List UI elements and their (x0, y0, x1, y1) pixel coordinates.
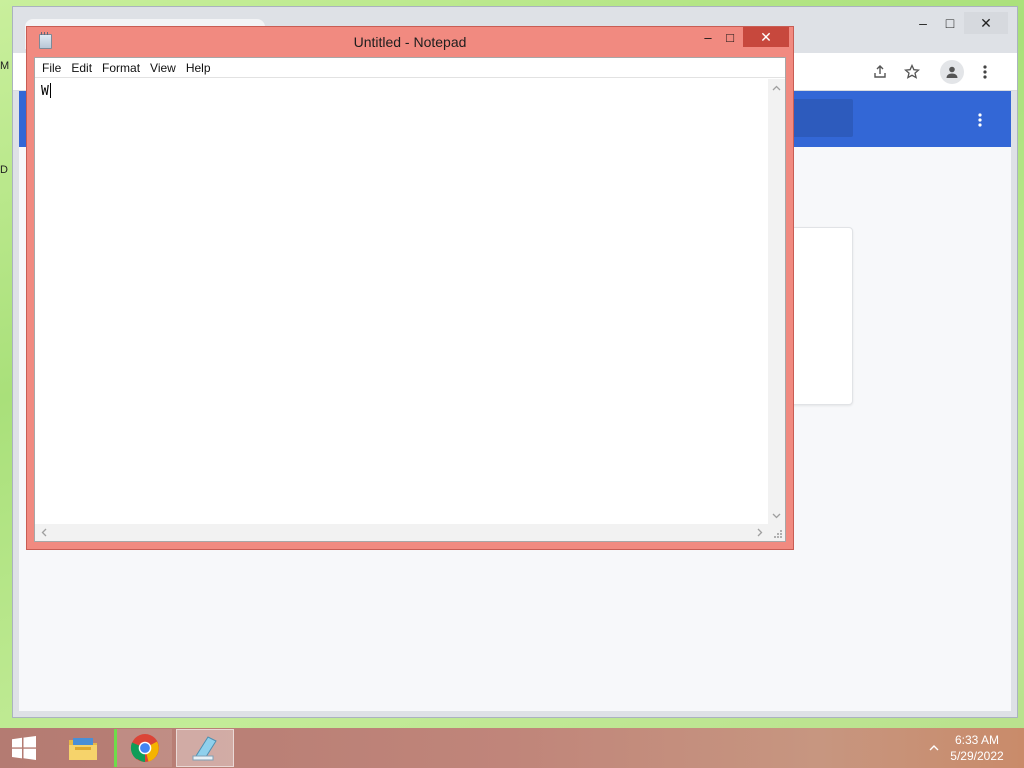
more-menu-icon[interactable] (974, 61, 996, 83)
system-clock[interactable]: 6:33 AM 5/29/2022 (946, 732, 1008, 764)
chrome-close-button[interactable]: ✕ (964, 12, 1008, 34)
notepad-titlebar[interactable]: Untitled - Notepad – □ ✕ (27, 27, 793, 57)
text-editor[interactable]: W (35, 79, 768, 524)
editor-text: W (41, 84, 49, 99)
start-button[interactable] (0, 728, 48, 768)
chrome-taskbar-button[interactable] (114, 729, 172, 767)
chrome-minimize-button[interactable]: – (908, 12, 938, 34)
notepad-close-button[interactable]: ✕ (743, 27, 789, 47)
clock-time: 6:33 AM (954, 733, 1000, 747)
chrome-maximize-button[interactable]: □ (935, 12, 965, 34)
window-title: Untitled - Notepad (353, 34, 467, 50)
vertical-scrollbar[interactable] (768, 79, 785, 524)
file-explorer-button[interactable] (54, 729, 112, 767)
notepad-maximize-button[interactable]: □ (716, 27, 744, 47)
menu-edit[interactable]: Edit (66, 58, 97, 78)
header-button[interactable] (789, 99, 853, 137)
star-icon[interactable] (901, 61, 923, 83)
clock-date: 5/29/2022 (950, 749, 1004, 763)
notepad-window[interactable]: Untitled - Notepad – □ ✕ File Edit Forma… (26, 26, 794, 550)
share-icon[interactable] (869, 61, 891, 83)
header-more-icon[interactable] (973, 109, 987, 131)
menu-format[interactable]: Format (97, 58, 145, 78)
menu-help[interactable]: Help (181, 58, 216, 78)
scroll-up-icon[interactable] (768, 79, 785, 96)
notepad-icon (192, 736, 217, 761)
text-caret (49, 83, 51, 98)
show-hidden-icons-icon[interactable] (928, 742, 940, 754)
scroll-down-icon[interactable] (768, 507, 785, 524)
menu-view[interactable]: View (145, 58, 181, 78)
account-icon[interactable] (940, 60, 964, 84)
notepad-client-area: File Edit Format View Help W (34, 57, 786, 542)
scroll-left-icon[interactable] (35, 524, 52, 541)
desktop-icon-label[interactable]: M (0, 60, 10, 72)
chrome-icon (130, 734, 159, 762)
scroll-right-icon[interactable] (751, 524, 768, 541)
menu-file[interactable]: File (37, 58, 66, 78)
resize-grip-icon[interactable] (768, 524, 785, 541)
windows-logo-icon (12, 736, 36, 760)
desktop-icon-label[interactable]: D (0, 164, 10, 176)
notepad-taskbar-button[interactable] (176, 729, 234, 767)
menu-bar: File Edit Format View Help (35, 58, 785, 78)
file-explorer-icon (69, 738, 97, 760)
taskbar: 6:33 AM 5/29/2022 (0, 728, 1024, 768)
horizontal-scrollbar[interactable] (35, 524, 768, 541)
